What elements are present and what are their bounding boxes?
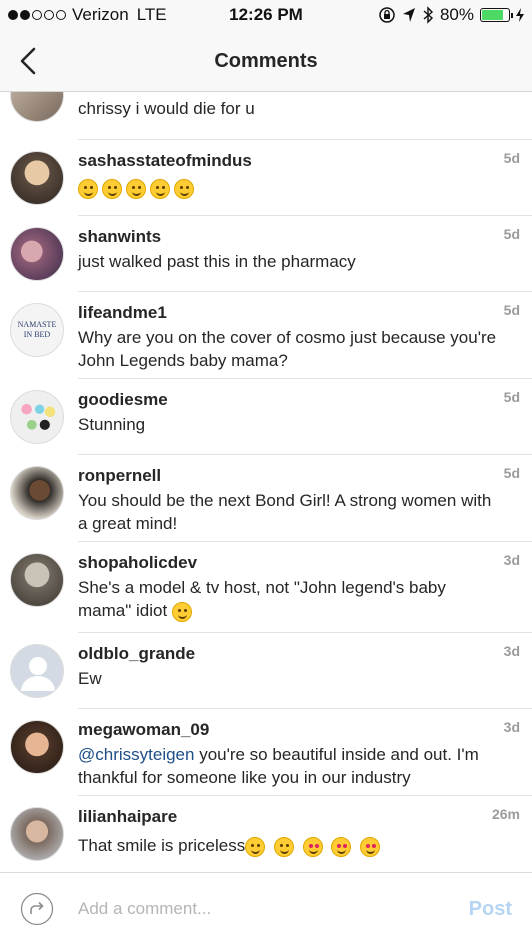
comment-time: 26m	[491, 806, 520, 822]
comment-time: 3d	[503, 643, 520, 659]
mention-link[interactable]: @chrissyteigen	[78, 745, 194, 764]
grinning-emoji-icon	[102, 178, 122, 199]
comment-text: Stunning	[78, 415, 146, 434]
comment-time: 5d	[503, 389, 520, 405]
comment-time: 5d	[503, 150, 520, 166]
heart-eyes-emoji-icon	[360, 836, 381, 857]
comment-time: 3d	[503, 719, 520, 735]
comment-text: just walked past this in the pharmacy	[78, 252, 356, 271]
avatar[interactable]	[10, 390, 64, 444]
bluetooth-icon	[423, 6, 433, 24]
nav-bar: Comments	[0, 30, 532, 92]
avatar[interactable]	[10, 92, 64, 122]
avatar[interactable]	[10, 466, 64, 520]
default-user-icon	[21, 657, 55, 691]
avatar[interactable]	[10, 807, 64, 861]
avatar[interactable]	[10, 151, 64, 205]
comment-composer: Post	[0, 872, 532, 946]
share-arrow-icon[interactable]	[20, 892, 54, 926]
laughing-emoji-icon	[171, 601, 192, 622]
location-arrow-icon	[402, 8, 415, 22]
comment-item: chrissy i would die for u	[0, 92, 532, 140]
page-title: Comments	[214, 50, 318, 72]
post-button[interactable]: Post	[469, 898, 512, 921]
comment-item: sashasstateofmindus 5d	[0, 140, 532, 216]
comment-text: @chrissyteigen you're so beautiful insid…	[78, 745, 479, 787]
grinning-emoji-icon	[174, 178, 194, 199]
grinning-emoji-icon	[245, 836, 266, 857]
comment-item: oldblo_grande Ew 3d	[0, 633, 532, 709]
comment-input[interactable]	[78, 899, 438, 919]
comment-username[interactable]: megawoman_09	[78, 720, 209, 740]
comment-username[interactable]: goodiesme	[78, 390, 168, 410]
status-icons: 80%	[378, 5, 524, 25]
comment-item: ronpernell You should be the next Bond G…	[0, 455, 532, 542]
grinning-emoji-icon	[78, 178, 98, 199]
comment-time: 3d	[503, 552, 520, 568]
charging-bolt-icon	[516, 8, 524, 22]
comment-item: lilianhaipare That smile is priceless 26…	[0, 796, 532, 872]
comment-username[interactable]: oldblo_grande	[78, 644, 195, 664]
avatar[interactable]	[10, 644, 64, 698]
comment-item: shopaholicdev She's a model & tv host, n…	[0, 542, 532, 633]
avatar[interactable]	[10, 227, 64, 281]
comment-text: She's a model & tv host, not "John legen…	[78, 578, 446, 622]
comment-username[interactable]: lilianhaipare	[78, 807, 177, 827]
comment-username[interactable]: shopaholicdev	[78, 553, 197, 573]
grinning-emoji-icon	[126, 178, 146, 199]
heart-eyes-emoji-icon	[302, 836, 323, 857]
battery-icon	[480, 8, 513, 22]
avatar[interactable]	[10, 553, 64, 607]
comment-time: 5d	[503, 226, 520, 242]
comment-username[interactable]: sashasstateofmindus	[78, 151, 252, 171]
orientation-lock-icon	[379, 7, 395, 23]
comment-item: goodiesme Stunning 5d	[0, 379, 532, 455]
comment-time: 5d	[503, 465, 520, 481]
comment-item: NAMASTE IN BED lifeandme1 Why are you on …	[0, 292, 532, 379]
comment-text: chrissy i would die for u	[78, 99, 255, 118]
emoji-row	[78, 176, 498, 199]
grinning-emoji-icon	[273, 836, 294, 857]
comment-text: Ew	[78, 669, 102, 688]
battery-percent: 80%	[439, 5, 474, 24]
comment-text: Why are you on the cover of cosmo just b…	[78, 328, 497, 370]
comment-username[interactable]: lifeandme1	[78, 303, 167, 323]
comment-username[interactable]: ronpernell	[78, 466, 161, 486]
grinning-emoji-icon	[150, 178, 170, 199]
comment-item: megawoman_09 @chrissyteigen you're so be…	[0, 709, 532, 796]
heart-eyes-emoji-icon	[331, 836, 352, 857]
comment-time: 5d	[503, 302, 520, 318]
status-bar: Verizon LTE 12:26 PM 80%	[0, 0, 532, 30]
avatar[interactable]	[10, 720, 64, 774]
comment-item: shanwints just walked past this in the p…	[0, 216, 532, 292]
comment-text: That smile is priceless	[78, 834, 498, 857]
comment-username[interactable]: shanwints	[78, 227, 161, 247]
comment-text: You should be the next Bond Girl! A stro…	[78, 491, 492, 533]
comments-list[interactable]: chrissy i would die for u sashasstateofm…	[0, 92, 532, 872]
avatar[interactable]: NAMASTE IN BED	[10, 303, 64, 357]
